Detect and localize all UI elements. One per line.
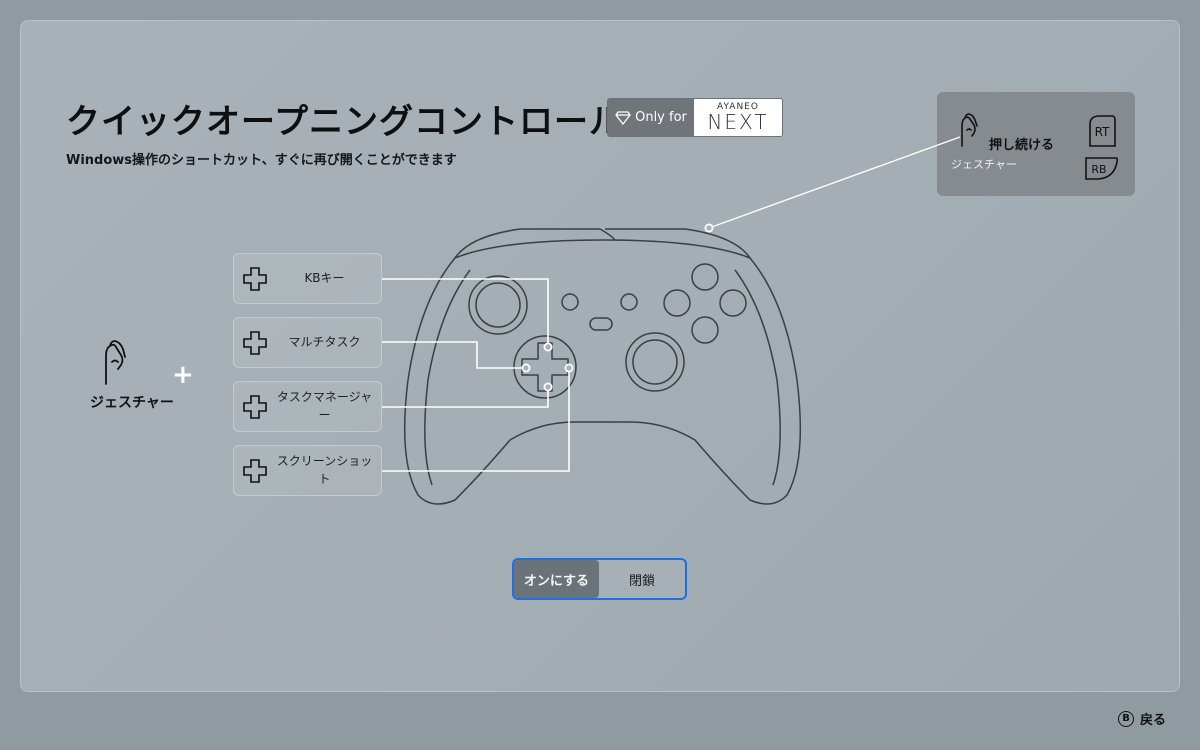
enable-toggle[interactable]: オンにする 閉鎖: [512, 558, 687, 600]
dpad-icon: [243, 395, 267, 419]
function-card-multitask[interactable]: マルチタスク: [233, 317, 382, 368]
function-label: スクリーンショット: [276, 454, 373, 486]
back-button[interactable]: B 戻る: [1118, 709, 1166, 728]
face-button-y: [691, 263, 719, 291]
function-card-task-manager[interactable]: タスクマネージャー: [233, 381, 382, 432]
function-card-screenshot[interactable]: スクリーンショット: [233, 445, 382, 496]
right-stick: [625, 332, 685, 392]
connector-hold-card: [708, 136, 961, 229]
connector-screenshot: [382, 368, 570, 472]
b-button-icon: B: [1118, 710, 1134, 727]
toggle-off-option[interactable]: 閉鎖: [599, 560, 685, 598]
controller-diagram: [382, 136, 961, 505]
view-button: [561, 293, 579, 311]
right-stick-cap: [632, 339, 678, 385]
face-button-b: [719, 289, 747, 317]
dpad-icon: [243, 459, 267, 483]
back-label: 戻る: [1140, 713, 1167, 728]
face-button-a: [691, 316, 719, 344]
controller-inner-edge: [734, 269, 781, 486]
menu-button: [620, 293, 638, 311]
connector-dot-down: [543, 382, 553, 392]
left-stick: [468, 275, 528, 335]
left-bumper-outline: [454, 228, 616, 259]
connector-dot-right: [564, 363, 574, 373]
connector-multitask: [382, 341, 526, 369]
controller-inner-edge: [424, 269, 471, 486]
left-stick-cap: [475, 282, 521, 328]
dpad-icon: [243, 331, 267, 355]
dpad-icon: [243, 267, 267, 291]
function-label: マルチタスク: [288, 334, 361, 349]
share-button: [589, 317, 613, 331]
function-label: KBキー: [304, 270, 345, 285]
function-label: タスクマネージャー: [276, 390, 373, 422]
connector-dot-bumper: [704, 223, 714, 233]
connector-dot-left: [521, 363, 531, 373]
connector-dot-up: [543, 342, 553, 352]
face-button-x: [663, 289, 691, 317]
toggle-on-option[interactable]: オンにする: [514, 560, 599, 598]
function-card-kb-key[interactable]: KBキー: [233, 253, 382, 304]
